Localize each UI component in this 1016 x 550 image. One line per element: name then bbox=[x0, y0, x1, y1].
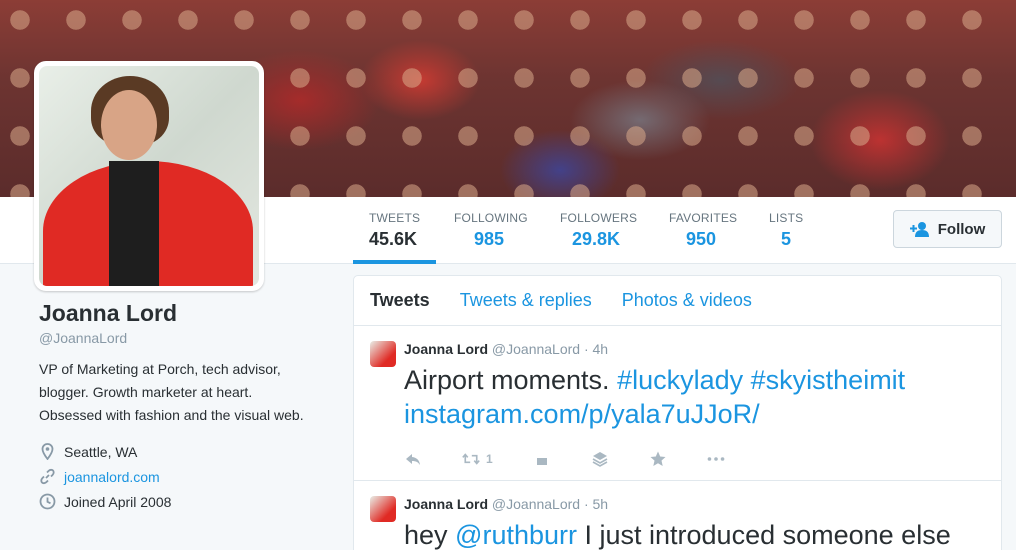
more-dots-icon bbox=[707, 457, 725, 461]
timeline: Tweets Tweets & replies Photos & videos … bbox=[353, 275, 1002, 550]
collection-button[interactable] bbox=[591, 450, 609, 468]
stat-followers[interactable]: FOLLOWERS 29.8K bbox=[560, 197, 637, 264]
stack-icon bbox=[592, 452, 608, 467]
stat-tweets[interactable]: TWEETS 45.6K bbox=[352, 197, 437, 264]
timeline-tabs: Tweets Tweets & replies Photos & videos bbox=[354, 276, 1001, 326]
tweet-author-name[interactable]: Joanna Lord bbox=[404, 341, 488, 357]
avatar-photo bbox=[39, 66, 259, 286]
stat-tweets-value: 45.6K bbox=[369, 229, 418, 249]
stat-lists-label: LISTS bbox=[769, 211, 804, 225]
stat-followers-label: FOLLOWERS bbox=[560, 211, 638, 225]
calendar-clock-icon bbox=[39, 493, 56, 510]
hashtag-link[interactable]: #luckylady bbox=[617, 365, 743, 395]
tweet-url-link[interactable]: instagram.com/p/yala7uJJoR/ bbox=[404, 399, 760, 429]
stat-following-label: FOLLOWING bbox=[454, 211, 528, 225]
stat-favorites-label: FAVORITES bbox=[669, 211, 738, 225]
tweet-text-pre: hey bbox=[404, 520, 456, 550]
tweet-text-plain: Airport moments. bbox=[404, 365, 618, 395]
tweet-item[interactable]: Joanna Lord @JoannaLord · 5h hey @ruthbu… bbox=[354, 481, 1001, 550]
stat-following-value: 985 bbox=[474, 229, 505, 249]
dm-button[interactable] bbox=[533, 450, 551, 468]
avatar-shirt bbox=[109, 161, 159, 286]
follow-button-label: Follow bbox=[937, 220, 986, 238]
avatar-face bbox=[101, 90, 157, 160]
profile-handle[interactable]: @JoannaLord bbox=[39, 330, 329, 346]
more-options-button[interactable] bbox=[707, 450, 725, 468]
tweet-text-post: I just introduced someone else bbox=[577, 520, 951, 550]
tweet-header: Joanna Lord @JoannaLord · 4h bbox=[404, 341, 986, 357]
stat-tweets-label: TWEETS bbox=[369, 211, 421, 225]
retweet-button[interactable]: 1 bbox=[462, 450, 493, 468]
retweet-icon bbox=[462, 453, 480, 465]
profile-location-text: Seattle, WA bbox=[64, 443, 138, 460]
tweet-timestamp[interactable]: · 4h bbox=[584, 341, 608, 357]
tweet-avatar[interactable] bbox=[370, 341, 396, 367]
hashtag-link[interactable]: #skyistheimit bbox=[751, 365, 906, 395]
reply-button[interactable] bbox=[404, 450, 422, 468]
link-icon bbox=[40, 468, 55, 485]
profile-meta: Seattle, WA joannalord.com Joined April … bbox=[39, 439, 329, 514]
profile-avatar[interactable] bbox=[34, 61, 264, 291]
profile-card: Joanna Lord @JoannaLord VP of Marketing … bbox=[39, 300, 329, 514]
tab-tweets-replies[interactable]: Tweets & replies bbox=[460, 290, 592, 311]
stat-lists-value: 5 bbox=[781, 229, 792, 249]
tab-tweets[interactable]: Tweets bbox=[370, 290, 430, 311]
tweet-author-name[interactable]: Joanna Lord bbox=[404, 496, 488, 512]
tweet-timestamp[interactable]: · 5h bbox=[584, 496, 608, 512]
tweet-header: Joanna Lord @JoannaLord · 5h bbox=[404, 496, 986, 512]
tab-photos-videos[interactable]: Photos & videos bbox=[622, 290, 752, 311]
tweet-avatar[interactable] bbox=[370, 496, 396, 522]
stat-favorites-value: 950 bbox=[686, 229, 717, 249]
stat-favorites[interactable]: FAVORITES 950 bbox=[669, 197, 737, 264]
add-user-icon bbox=[909, 222, 929, 237]
follow-button[interactable]: Follow bbox=[893, 210, 1002, 248]
profile-name[interactable]: Joanna Lord bbox=[39, 300, 329, 327]
envelope-icon bbox=[536, 458, 547, 465]
stat-following[interactable]: FOLLOWING 985 bbox=[454, 197, 528, 264]
profile-joined: Joined April 2008 bbox=[39, 489, 329, 514]
stat-followers-value: 29.8K bbox=[572, 229, 621, 249]
profile-website: joannalord.com bbox=[39, 464, 329, 489]
star-icon bbox=[650, 451, 666, 466]
profile-location: Seattle, WA bbox=[39, 439, 329, 464]
profile-website-link[interactable]: joannalord.com bbox=[64, 469, 160, 485]
stat-lists[interactable]: LISTS 5 bbox=[769, 197, 803, 264]
profile-joined-text: Joined April 2008 bbox=[64, 493, 172, 510]
tweet-item[interactable]: Joanna Lord @JoannaLord · 4h Airport mom… bbox=[354, 326, 1001, 481]
favorite-button[interactable] bbox=[649, 450, 667, 468]
reply-icon bbox=[406, 454, 420, 465]
location-pin-icon bbox=[41, 443, 54, 460]
tweet-text: Airport moments. #luckylady #skyistheimi… bbox=[404, 363, 986, 431]
retweet-count: 1 bbox=[486, 452, 493, 466]
mention-link[interactable]: @ruthburr bbox=[455, 520, 577, 550]
tweet-author-handle[interactable]: @JoannaLord bbox=[492, 341, 580, 357]
tweet-actions: 1 bbox=[404, 439, 986, 479]
profile-bio: VP of Marketing at Porch, tech advisor, … bbox=[39, 361, 304, 423]
tweet-text: hey @ruthburr I just introduced someone … bbox=[404, 518, 986, 550]
tweet-author-handle[interactable]: @JoannaLord bbox=[492, 496, 580, 512]
